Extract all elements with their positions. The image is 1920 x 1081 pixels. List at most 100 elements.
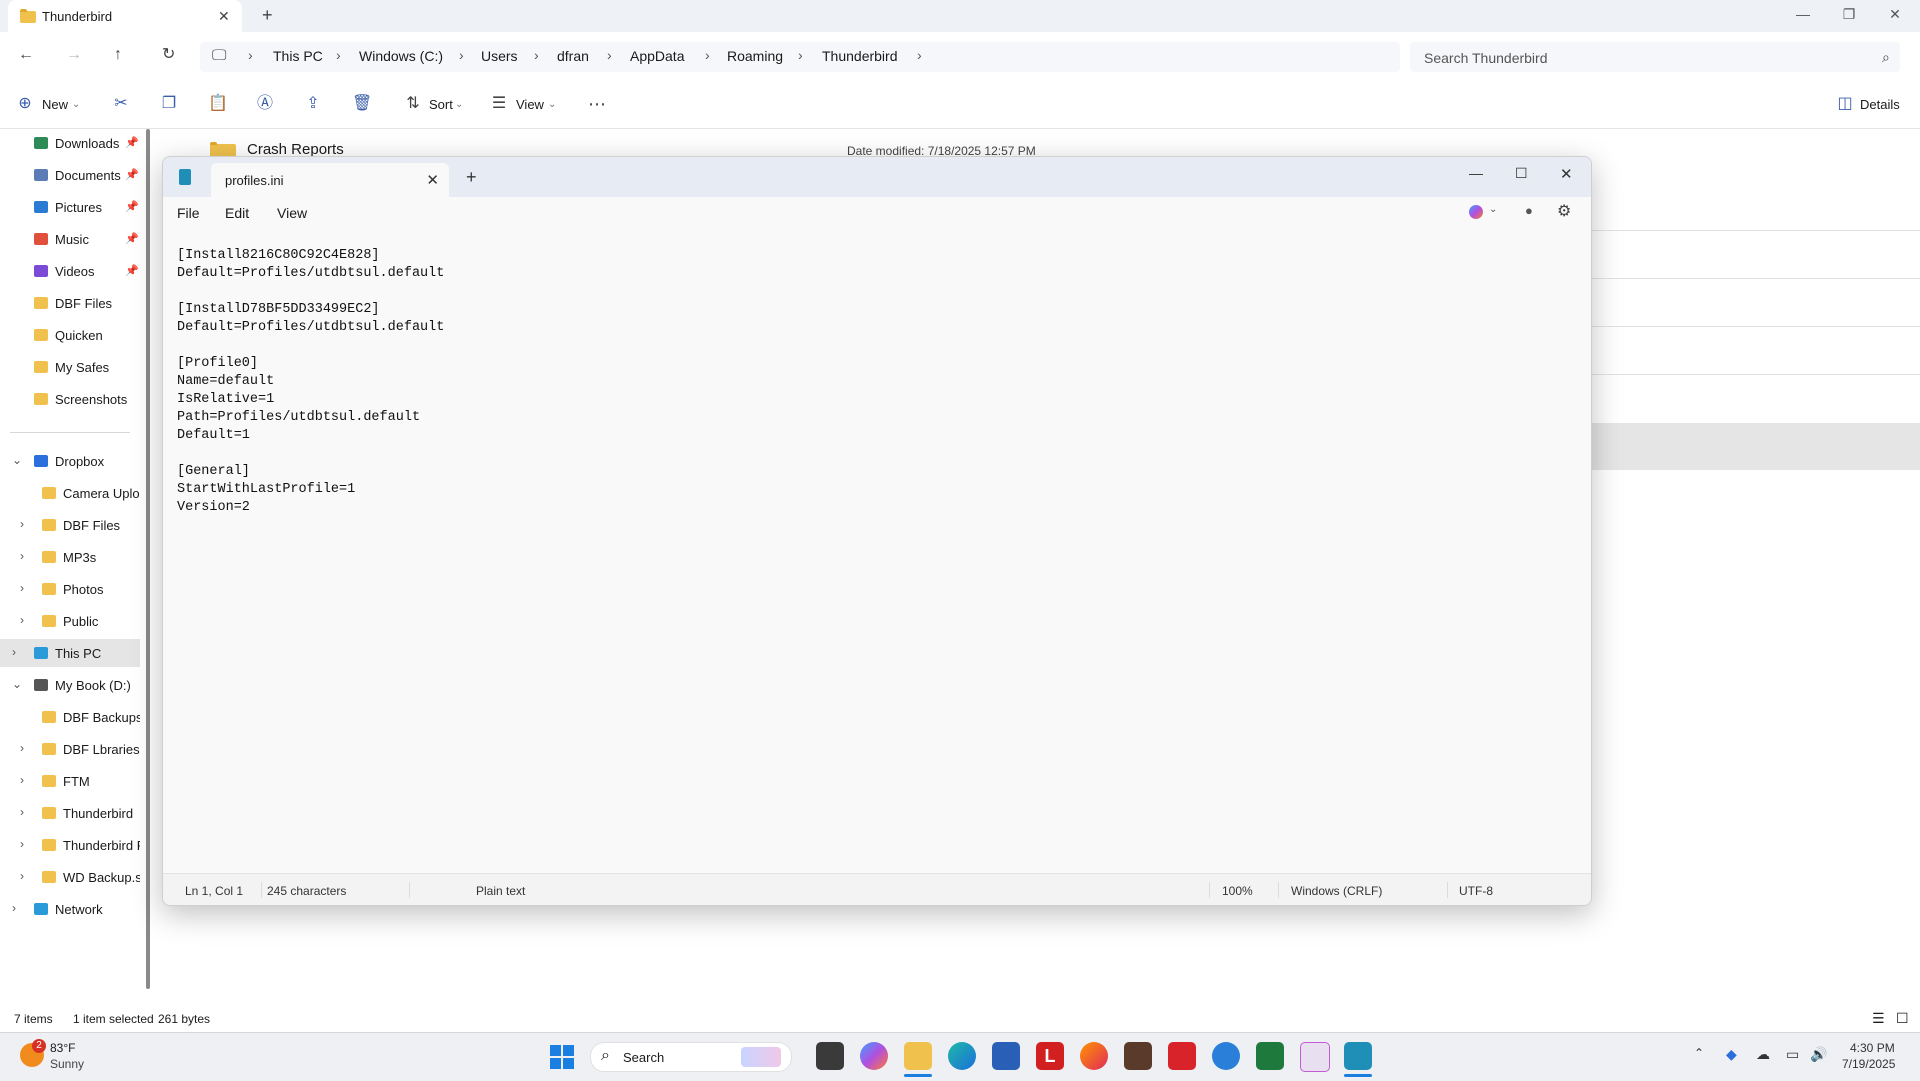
tree-item-thunderbird[interactable]: › Thunderbird <box>0 799 140 827</box>
sidebar-item-videos[interactable]: Videos 📌 <box>0 257 140 285</box>
paste-icon[interactable]: 📋 <box>208 95 228 113</box>
breadcrumb-roaming[interactable]: Roaming <box>727 48 783 64</box>
close-tab-icon[interactable]: ✕ <box>426 171 439 189</box>
tree-item-ftm[interactable]: › FTM <box>0 767 140 795</box>
chevron-right-icon[interactable]: › <box>12 901 16 915</box>
tree-item-this-pc[interactable]: › This PC <box>0 639 140 667</box>
lastpass-app-icon[interactable]: L <box>1036 1042 1064 1070</box>
notepad-app-icon[interactable] <box>1344 1042 1372 1070</box>
firefox-app-icon[interactable] <box>1080 1042 1108 1070</box>
minimize-icon[interactable]: — <box>1788 6 1818 26</box>
menu-edit[interactable]: Edit <box>225 205 249 221</box>
copilot-app-icon[interactable] <box>860 1042 888 1070</box>
list-view-icon[interactable]: ☰ <box>1872 1010 1885 1027</box>
sidebar-item-pictures[interactable]: Pictures 📌 <box>0 193 140 221</box>
copy-icon[interactable]: ❐ <box>160 95 178 113</box>
weather-condition[interactable]: Sunny <box>50 1057 84 1071</box>
settings-gear-icon[interactable]: ⚙ <box>1557 201 1571 221</box>
chevron-right-icon[interactable]: › <box>12 645 16 659</box>
delete-icon[interactable]: 🗑 <box>352 95 372 113</box>
dropbox-tray-icon[interactable]: ◆ <box>1726 1046 1737 1063</box>
rename-icon[interactable]: Ⓐ <box>256 95 274 113</box>
breadcrumb-appdata[interactable]: AppData <box>630 48 684 64</box>
sidebar-item-downloads[interactable]: Downloads 📌 <box>0 129 140 157</box>
taskbar-search[interactable]: ⌕ Search <box>590 1042 792 1072</box>
file-explorer-app-icon[interactable] <box>904 1042 932 1070</box>
tree-item-dropbox[interactable]: ⌄ Dropbox <box>0 447 140 475</box>
new-tab-icon[interactable]: + <box>466 167 477 188</box>
close-tab-icon[interactable]: ✕ <box>218 9 230 23</box>
chevron-right-icon[interactable]: › <box>20 805 24 819</box>
view-button[interactable]: View <box>516 97 544 112</box>
chevron-right-icon[interactable]: › <box>20 517 24 531</box>
tree-item-public[interactable]: › Public <box>0 607 140 635</box>
back-arrow-icon[interactable]: ← <box>18 47 34 63</box>
breadcrumb-this-pc[interactable]: This PC <box>273 48 323 64</box>
new-button[interactable]: New <box>42 97 68 112</box>
tree-item-wd-backup-sw[interactable]: › WD Backup.sw <box>0 863 140 891</box>
chevron-right-icon[interactable]: › <box>20 549 24 563</box>
close-window-icon[interactable]: ✕ <box>1560 165 1573 183</box>
tree-item-camera-uploa[interactable]: Camera Uploa <box>0 479 140 507</box>
account-icon[interactable]: ● <box>1525 203 1533 218</box>
onedrive-tray-icon[interactable]: ☁ <box>1756 1046 1770 1063</box>
maximize-icon[interactable]: ☐ <box>1515 165 1528 182</box>
notepad-tab[interactable]: profiles.ini ✕ <box>211 163 449 197</box>
clock-time[interactable]: 4:30 PM <box>1850 1041 1895 1055</box>
tree-item-thunderbird-p[interactable]: › Thunderbird P <box>0 831 140 859</box>
tree-item-photos[interactable]: › Photos <box>0 575 140 603</box>
selected-file-row[interactable] <box>1590 423 1920 470</box>
sidebar-item-quicken[interactable]: Quicken <box>0 321 140 349</box>
breadcrumb-windows-c[interactable]: Windows (C:) <box>359 48 443 64</box>
snipping-tool-app-icon[interactable] <box>1300 1042 1330 1072</box>
genealogy-app-icon[interactable] <box>1124 1042 1152 1070</box>
line-ending[interactable]: Windows (CRLF) <box>1291 884 1382 898</box>
network-tray-icon[interactable]: ▭ <box>1786 1046 1799 1063</box>
cut-icon[interactable]: ✂ <box>112 95 130 113</box>
explorer-tab[interactable]: Thunderbird ✕ <box>8 0 242 32</box>
breadcrumb-dfran[interactable]: dfran <box>557 48 589 64</box>
sidebar-item-documents[interactable]: Documents 📌 <box>0 161 140 189</box>
menu-file[interactable]: File <box>177 205 200 221</box>
breadcrumb-expand-chevron[interactable]: › <box>917 47 922 63</box>
breadcrumb-thunderbird[interactable]: Thunderbird <box>822 48 898 64</box>
tree-item-network[interactable]: › Network <box>0 895 140 923</box>
chevron-right-icon[interactable]: › <box>20 773 24 787</box>
clock-date[interactable]: 7/19/2025 <box>1842 1057 1895 1071</box>
task-view-icon[interactable] <box>816 1042 844 1070</box>
menu-view[interactable]: View <box>277 205 307 221</box>
sidebar-item-my-safes[interactable]: My Safes <box>0 353 140 381</box>
weather-temperature[interactable]: 83°F <box>50 1041 75 1055</box>
minimize-icon[interactable]: — <box>1469 165 1483 181</box>
chevron-right-icon[interactable]: › <box>20 837 24 851</box>
more-options-icon[interactable]: ⋯ <box>588 95 606 113</box>
tree-item-mp3s[interactable]: › MP3s <box>0 543 140 571</box>
quicken-app-icon[interactable] <box>1168 1042 1196 1070</box>
chevron-right-icon[interactable]: › <box>20 869 24 883</box>
up-arrow-icon[interactable]: ↑ <box>114 47 122 63</box>
volume-tray-icon[interactable]: 🔊 <box>1810 1046 1827 1063</box>
sort-button[interactable]: Sort <box>429 97 453 112</box>
tiles-view-icon[interactable]: ☐ <box>1896 1010 1909 1027</box>
edge-app-icon[interactable] <box>948 1042 976 1070</box>
tree-item-dbf-backups[interactable]: DBF Backups <box>0 703 140 731</box>
sidebar-item-music[interactable]: Music 📌 <box>0 225 140 253</box>
details-button[interactable]: Details <box>1860 97 1900 112</box>
breadcrumb-users[interactable]: Users <box>481 48 518 64</box>
zoom-level[interactable]: 100% <box>1222 884 1253 898</box>
text-editor[interactable]: [Install8216C80C92C4E828] Default=Profil… <box>177 247 1577 847</box>
spreadsheet-app-icon[interactable] <box>1256 1042 1284 1070</box>
start-windows-icon[interactable] <box>550 1045 574 1069</box>
forward-arrow-icon[interactable]: → <box>66 47 82 63</box>
chevron-down-icon[interactable]: ⌄ <box>12 453 22 467</box>
tray-overflow-chevron-icon[interactable]: ⌃ <box>1694 1046 1704 1060</box>
chevron-right-icon[interactable]: › <box>20 741 24 755</box>
chevron-right-icon[interactable]: › <box>20 613 24 627</box>
refresh-icon[interactable]: ↻ <box>162 47 175 63</box>
store-app-icon[interactable] <box>992 1042 1020 1070</box>
sidebar-item-dbf-files[interactable]: DBF Files <box>0 289 140 317</box>
thunderbird-app-icon[interactable] <box>1212 1042 1240 1070</box>
close-window-icon[interactable]: ✕ <box>1880 6 1910 26</box>
search-input[interactable]: Search Thunderbird ⌕ <box>1410 42 1900 72</box>
chevron-right-icon[interactable]: › <box>20 581 24 595</box>
